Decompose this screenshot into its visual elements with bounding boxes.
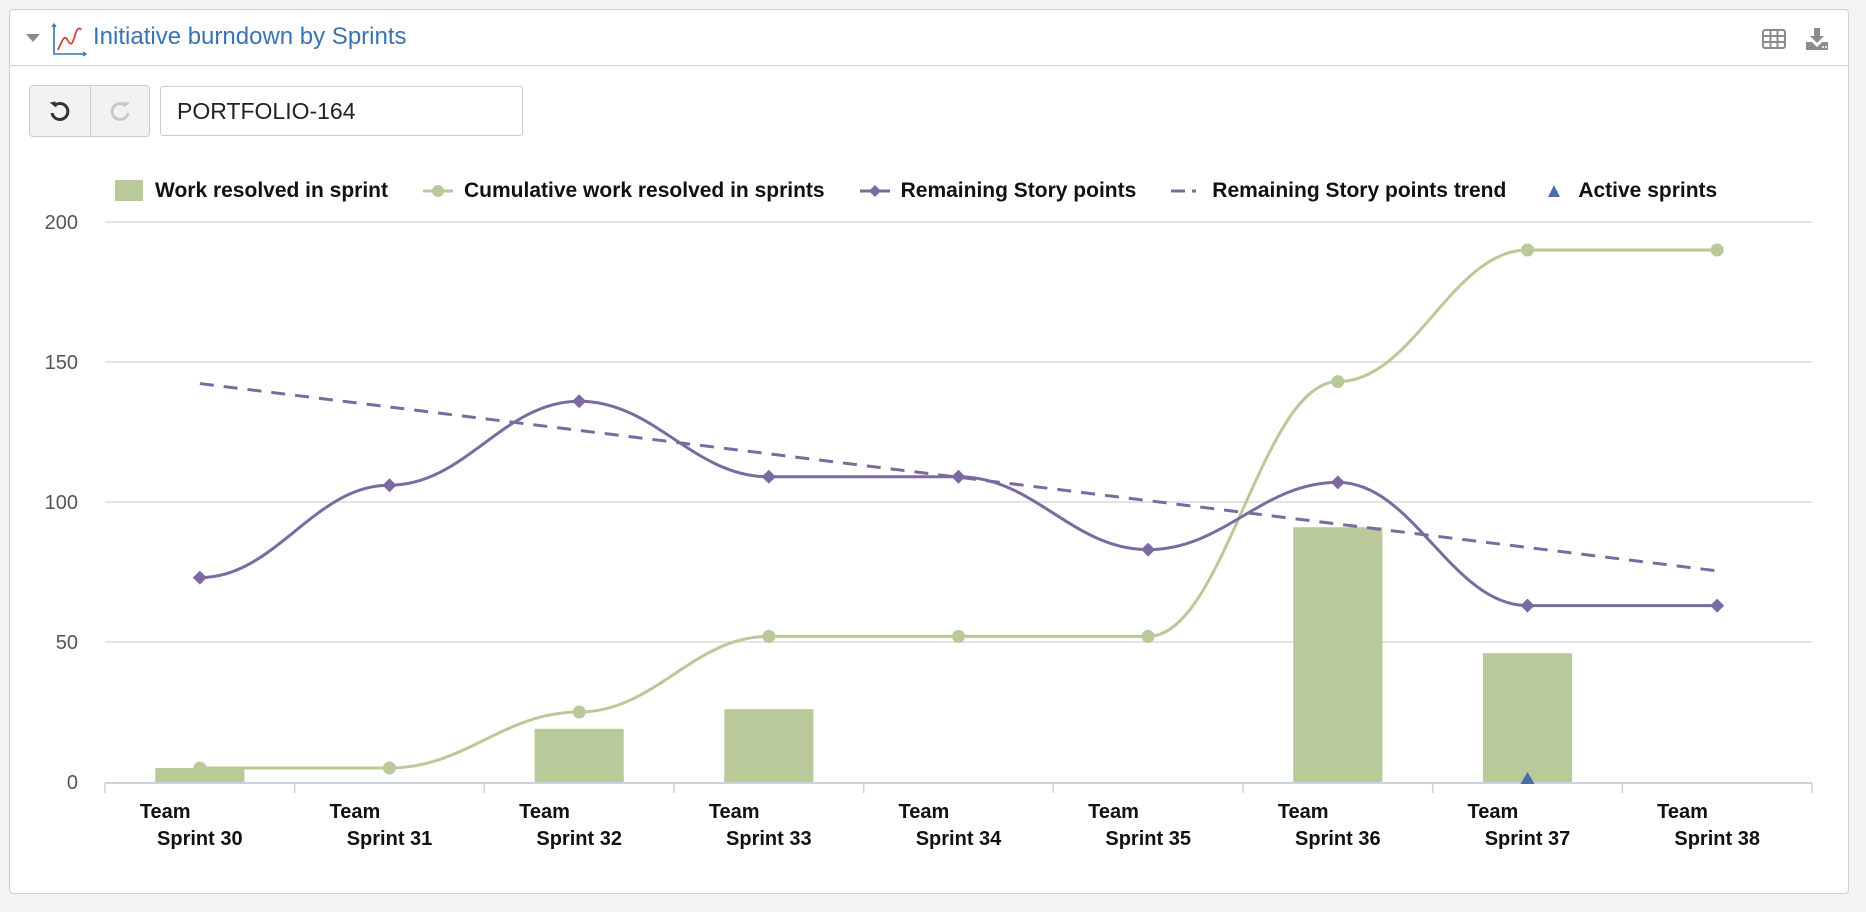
cumulative-marker: [1141, 629, 1155, 643]
remaining-marker: [1520, 598, 1535, 613]
x-tick-label-line2: Sprint 30: [157, 828, 243, 850]
remaining-marker: [1141, 542, 1156, 557]
x-tick-label-line1: Team: [330, 801, 381, 823]
x-tick-label-line2: Sprint 33: [726, 828, 812, 850]
x-tick-label-line1: Team: [709, 801, 760, 823]
chart-plot: 050100150200 TeamSprint 30TeamSprint 31T…: [45, 212, 1813, 850]
remaining-marker: [192, 570, 207, 585]
y-tick-label: 200: [45, 212, 78, 234]
remaining-marker: [572, 394, 587, 409]
cumulative-marker: [193, 761, 207, 775]
remaining-marker: [761, 469, 776, 484]
grid-lines: [105, 221, 1812, 643]
x-axis-labels: Team Sprint 30 Team Sprint 31 Team Sprint 32 T…: [140, 801, 1760, 850]
x-tick-label-line2: Sprint 35: [1105, 828, 1191, 850]
x-tick-label-line2: Sprint 31: [347, 828, 433, 850]
y-tick-label: 50: [56, 632, 78, 654]
x-tick-label-line2: Sprint 36: [1295, 828, 1381, 850]
x-tick-label-line2: Sprint 37: [1485, 828, 1571, 850]
cumulative-marker: [1331, 375, 1345, 389]
x-tick-label-line1: Team: [1278, 801, 1329, 823]
x-tick-label-line1: Team: [519, 801, 570, 823]
cumulative-marker: [572, 705, 586, 719]
x-tick-label-line1: Team: [1468, 801, 1519, 823]
remaining-line: [199, 399, 1718, 608]
bar-work-resolved: [1482, 653, 1573, 782]
remaining-marker: [382, 478, 397, 493]
cumulative-marker: [383, 761, 396, 775]
bar-work-resolved: [1293, 527, 1383, 782]
y-tick-label: 150: [45, 352, 78, 374]
x-tick-label-line1: Team: [899, 801, 950, 823]
x-tick-label-line2: Sprint 38: [1674, 828, 1760, 850]
remaining-marker: [1330, 475, 1345, 490]
y-tick-label: 100: [45, 492, 78, 514]
x-tick-label-line1: Team: [1088, 801, 1139, 823]
bar-work-resolved: [534, 728, 624, 782]
x-tick-label-line2: Sprint 34: [916, 828, 1002, 850]
bar-work-resolved: [724, 709, 814, 782]
x-tick-label-line2: Sprint 32: [536, 828, 622, 850]
cumulative-marker: [1521, 243, 1534, 257]
remaining-marker: [951, 469, 966, 484]
x-tick-label-line1: Team: [140, 801, 191, 823]
bar-series: [155, 527, 1573, 782]
x-tick-label-line1: Team: [1657, 801, 1708, 823]
cumulative-marker: [952, 629, 965, 643]
x-axis: [104, 782, 1813, 793]
cumulative-marker: [762, 629, 776, 643]
remaining-marker: [1710, 598, 1725, 613]
cumulative-marker: [1710, 243, 1724, 257]
y-axis-ticks: 0 50 100 150 200: [45, 212, 78, 794]
y-tick-label: 0: [67, 772, 78, 794]
